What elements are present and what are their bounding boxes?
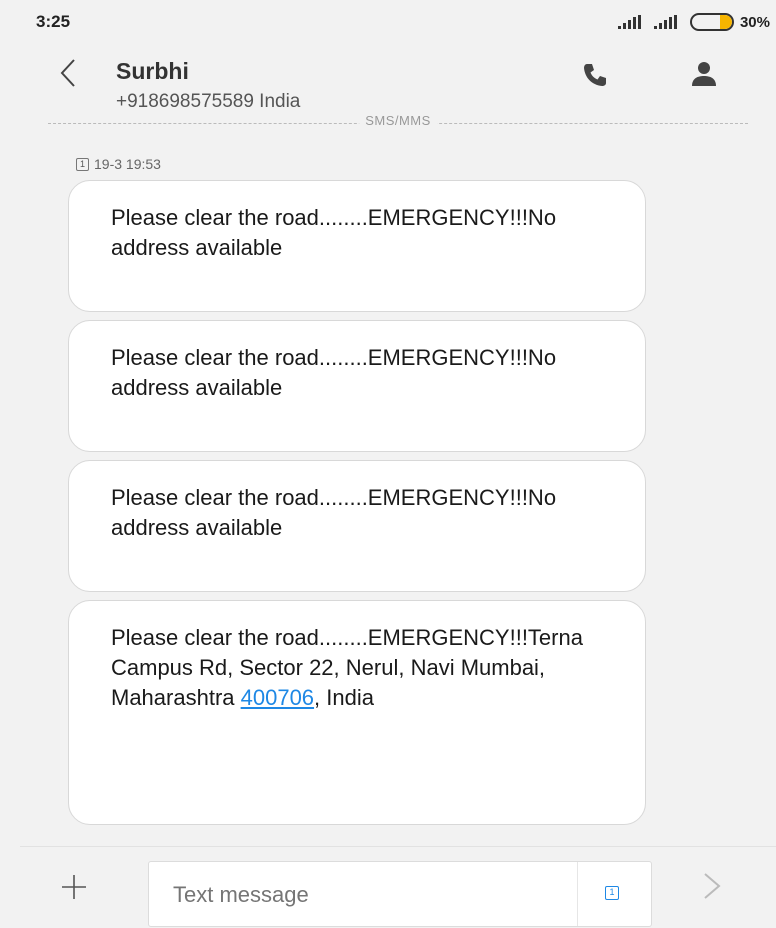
message-text: Please clear the road........EMERGENCY!!… <box>111 205 557 260</box>
phone-icon[interactable] <box>580 60 610 90</box>
message-bubble[interactable]: Please clear the road........EMERGENCY!!… <box>68 600 646 825</box>
message-text: Please clear the road........EMERGENCY!!… <box>111 345 557 400</box>
person-icon[interactable] <box>688 58 720 90</box>
message-text: Please clear the road........EMERGENCY!!… <box>111 485 557 540</box>
battery-level <box>719 15 732 29</box>
message-bubble[interactable]: Please clear the road........EMERGENCY!!… <box>68 320 646 452</box>
status-indicators: 30% <box>617 12 770 32</box>
contact-number: +918698575589 India <box>116 91 301 112</box>
chevron-left-icon[interactable] <box>54 56 84 90</box>
battery-icon <box>689 13 734 31</box>
sim-select-button[interactable]: 1 <box>577 862 653 926</box>
message-bubble[interactable]: Please clear the road........EMERGENCY!!… <box>68 460 646 592</box>
timestamp-text: 19-3 19:53 <box>94 156 161 172</box>
messaging-app: 3:25 30% Surbhi +918698575589 India SMS/… <box>20 0 776 928</box>
contact-name: Surbhi <box>116 58 189 84</box>
battery-percent: 30% <box>739 13 770 31</box>
message-bubble[interactable]: Please clear the road........EMERGENCY!!… <box>68 180 646 312</box>
conversation-header: Surbhi +918698575589 India <box>20 44 776 122</box>
plus-icon[interactable] <box>60 873 88 901</box>
message-input-box[interactable]: 1 <box>148 861 652 927</box>
composer-bar: 1 <box>20 846 776 928</box>
message-timestamp: 1 19-3 19:53 <box>76 156 161 172</box>
signal-icon <box>653 15 677 29</box>
message-input[interactable] <box>173 882 553 908</box>
postal-code-link[interactable]: 400706 <box>241 685 314 710</box>
channel-divider: SMS/MMS <box>48 113 748 131</box>
signal-icon <box>617 15 641 29</box>
chevron-right-icon[interactable] <box>700 871 724 901</box>
channel-label: SMS/MMS <box>359 113 437 128</box>
sim-card-icon: 1 <box>605 886 619 900</box>
status-bar: 3:25 30% <box>20 0 776 44</box>
sim-badge-icon: 1 <box>76 157 89 171</box>
status-time: 3:25 <box>36 12 71 31</box>
message-text: , India <box>314 685 374 710</box>
